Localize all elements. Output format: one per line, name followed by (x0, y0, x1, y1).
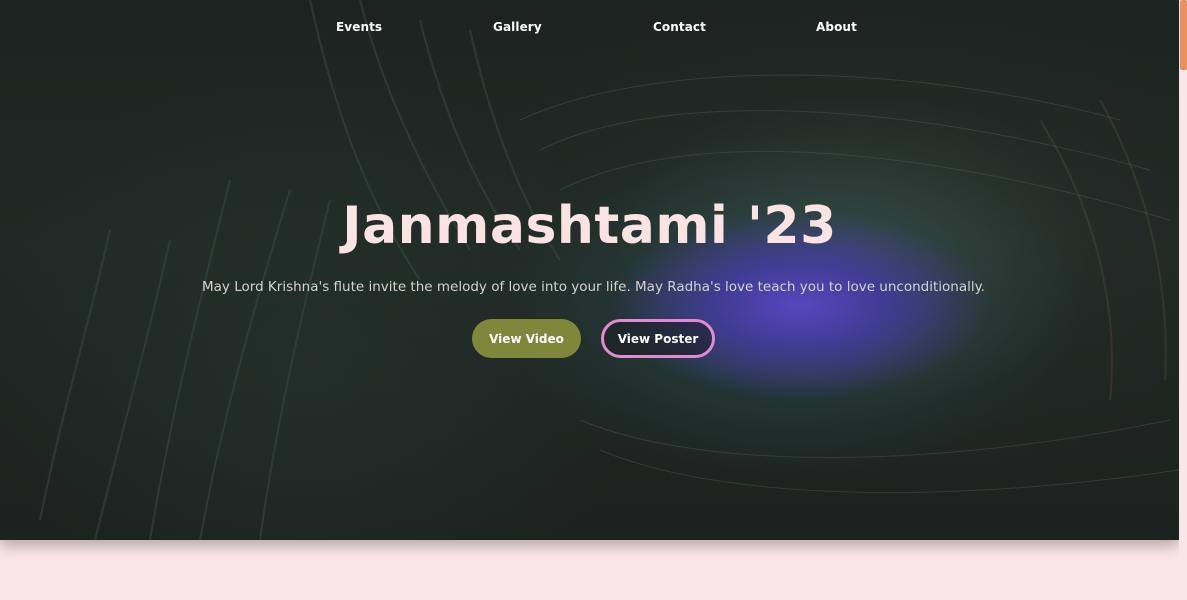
scrollbar-track[interactable] (1179, 0, 1187, 600)
view-video-button[interactable]: View Video (472, 319, 581, 358)
nav-link-events[interactable]: Events (336, 20, 382, 34)
nav-link-contact[interactable]: Contact (653, 20, 706, 34)
view-poster-button[interactable]: View Poster (601, 319, 715, 358)
page: Events Gallery Contact About Janmashtami… (0, 0, 1187, 600)
nav-link-gallery[interactable]: Gallery (493, 20, 542, 34)
nav-link-about[interactable]: About (816, 20, 857, 34)
hero-section: Events Gallery Contact About Janmashtami… (0, 0, 1179, 540)
peacock-feather-background (39, 0, 1179, 540)
top-nav: Events Gallery Contact About (0, 0, 1179, 56)
hero-subtitle: May Lord Krishna's flute invite the melo… (202, 279, 985, 295)
scrollbar-thumb[interactable] (1180, 0, 1187, 70)
hero-title: Janmashtami '23 (342, 196, 837, 256)
